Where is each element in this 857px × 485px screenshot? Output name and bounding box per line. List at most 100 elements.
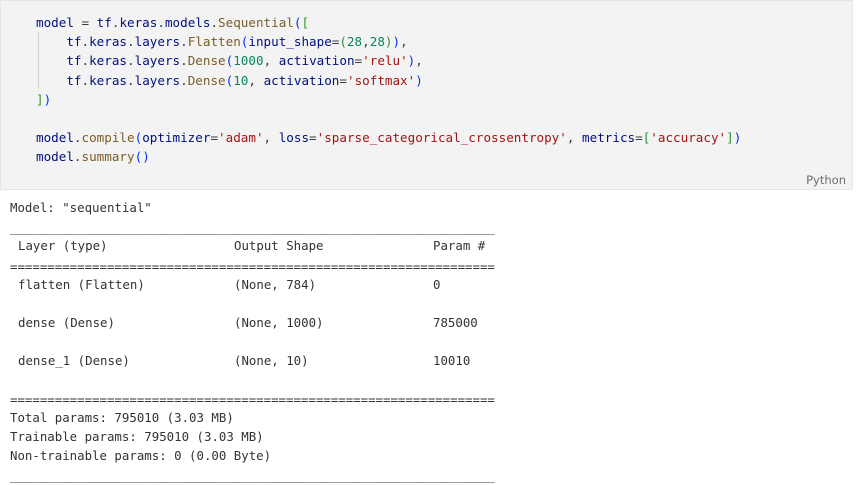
code-token: , (263, 53, 279, 69)
code-token: 'softmax' (346, 72, 416, 88)
code-token: ] (36, 91, 44, 107)
code-token: , (263, 130, 279, 146)
row-output-shape: (None, 10) (234, 353, 309, 368)
code-token: layers (134, 53, 181, 69)
code-token: tf (36, 72, 82, 88)
code-token: , (566, 130, 583, 146)
rule-top: ________________________________________… (10, 220, 495, 235)
code-token: layers (134, 34, 181, 50)
code-token: keras (89, 34, 128, 50)
code-token: ) (384, 34, 393, 50)
code-token: 1000 (233, 53, 264, 69)
code-token: , (400, 34, 408, 50)
code-token: activation (263, 72, 340, 88)
header-params: Param # (433, 238, 486, 253)
code-token: Sequential (218, 15, 294, 30)
code-token: Dense (187, 53, 226, 69)
code-token: , (415, 53, 423, 69)
code-token: tf (36, 34, 82, 50)
code-token: . (180, 53, 188, 69)
code-token: . (180, 34, 188, 50)
code-line: tf.keras.layers.Dense(1000, activation='… (36, 51, 741, 70)
code-token: 'relu' (362, 53, 408, 69)
total-params: Total params: 795010 (3.03 MB) (10, 410, 234, 425)
trainable-params: Trainable params: 795010 (3.03 MB) (10, 429, 264, 444)
code-line: tf.keras.layers.Dense(10, activation='so… (36, 71, 741, 90)
rule-final: ________________________________________… (10, 468, 495, 483)
code-line: model.compile(optimizer='adam', loss='sp… (36, 128, 741, 147)
code-token: keras (89, 72, 128, 88)
code-line: model.summary() (36, 147, 741, 166)
code-token: 'accuracy' (650, 130, 727, 146)
code-token: layers (134, 72, 181, 88)
header-layer: Layer (type) (18, 238, 108, 253)
code-token: = (635, 130, 643, 146)
row-layer: dense (Dense) (18, 315, 115, 330)
code-token: tf (36, 53, 82, 69)
code-token: metrics (582, 130, 636, 146)
code-token: . (127, 53, 135, 69)
code-token: , (362, 34, 370, 50)
code-token: model (36, 149, 74, 165)
code-line: ]) (36, 90, 741, 109)
code-token: keras (89, 53, 128, 69)
code-line: model = tf.keras.models.Sequential([ (36, 13, 741, 32)
code-token: ) (415, 72, 423, 88)
code-token: . (73, 130, 82, 146)
row-layer: dense_1 (Dense) (18, 353, 130, 368)
code-token: = (210, 130, 219, 146)
row-layer: flatten (Flatten) (18, 277, 145, 292)
code-token: 'sparse_categorical_crossentropy' (316, 130, 567, 146)
code-token: 10 (233, 72, 249, 88)
code-token: 28 (346, 34, 363, 50)
code-token: summary (81, 149, 135, 165)
code-token: = (73, 15, 97, 30)
code-token: ) (43, 91, 52, 107)
code-token: = (339, 72, 347, 88)
code-token: = (309, 130, 317, 146)
code-token: . (81, 53, 90, 69)
code-token: input_shape (248, 34, 332, 50)
rule-header: ========================================… (10, 259, 495, 274)
row-output-shape: (None, 784) (234, 277, 317, 292)
code-token: 28 (369, 34, 385, 50)
model-title: Model: "sequential" (10, 200, 152, 215)
code-token: Dense (187, 72, 226, 88)
code-token: Flatten (187, 34, 241, 50)
rule-bottom: ========================================… (10, 392, 495, 407)
row-params: 10010 (433, 353, 471, 368)
cell-language-label[interactable]: Python (806, 173, 846, 187)
row-output-shape: (None, 1000) (234, 315, 324, 330)
code-token: ( (339, 34, 347, 50)
code-token: . (127, 34, 135, 50)
row-params: 785000 (433, 315, 478, 330)
code-token: , (248, 72, 264, 88)
non-trainable-params: Non-trainable params: 0 (0.00 Byte) (10, 448, 272, 463)
header-output-shape: Output Shape (234, 238, 324, 253)
code-token: ) (142, 149, 150, 165)
code-token: tf (96, 15, 112, 30)
code-token: keras (119, 15, 158, 30)
code-token: ) (392, 34, 401, 50)
code-token: models (164, 15, 211, 30)
row-params: 0 (433, 277, 441, 292)
code-token: . (81, 72, 90, 88)
code-token: optimizer (142, 130, 211, 146)
code-token: . (73, 149, 82, 165)
code-token: model (36, 130, 74, 146)
code-token: activation (278, 53, 355, 69)
code-token: [ (301, 15, 310, 30)
code-token: . (157, 15, 165, 30)
code-token: . (180, 72, 188, 88)
code-token: loss (278, 130, 310, 146)
code-token: compile (81, 130, 135, 146)
code-editor[interactable]: model = tf.keras.models.Sequential([ tf.… (36, 13, 741, 167)
code-token: model (36, 15, 74, 30)
code-token: . (210, 15, 219, 30)
code-token: ) (733, 130, 742, 146)
code-token: ] (726, 130, 734, 146)
code-line: tf.keras.layers.Flatten(input_shape=(28,… (36, 32, 741, 51)
code-token: . (81, 34, 90, 50)
code-cell[interactable]: model = tf.keras.models.Sequential([ tf.… (0, 0, 853, 190)
